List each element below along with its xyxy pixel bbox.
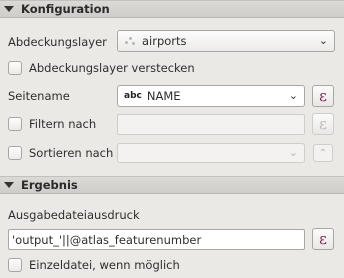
collapse-triangle-icon[interactable] xyxy=(4,182,14,188)
output-expression-input[interactable]: 'output_'||@atlas_featurenumber xyxy=(8,229,305,250)
collapse-triangle-icon[interactable] xyxy=(4,6,14,12)
string-field-icon: abc xyxy=(124,91,142,101)
sort-combo[interactable]: ⌄ xyxy=(117,143,305,163)
output-expression-label: Ausgabedateiausdruck xyxy=(8,208,140,222)
chevron-down-icon: ⌄ xyxy=(318,34,328,47)
filter-expression-button[interactable]: ε xyxy=(312,113,334,135)
coverage-layer-combo[interactable]: airports ⌄ xyxy=(117,30,335,52)
sort-label: Sortieren nach xyxy=(29,146,114,160)
chevron-up-icon: ⌃ xyxy=(318,147,328,159)
sort-ascending-button[interactable]: ⌃ xyxy=(313,144,333,162)
coverage-layer-label: Abdeckungslayer xyxy=(8,35,107,49)
coverage-layer-value: airports xyxy=(142,34,187,48)
chevron-down-icon: ⌄ xyxy=(288,146,298,159)
section-header-konfiguration[interactable]: Konfiguration xyxy=(0,0,344,18)
expression-icon: ε xyxy=(319,87,327,105)
filter-checkbox[interactable] xyxy=(8,117,22,131)
hide-coverage-checkbox[interactable] xyxy=(8,61,22,75)
output-expression-button[interactable]: ε xyxy=(312,228,334,250)
filter-checkbox-row[interactable]: Filtern nach xyxy=(8,117,96,131)
page-name-label: Seitename xyxy=(8,89,70,103)
single-file-checkbox[interactable] xyxy=(8,258,22,272)
sort-checkbox-row[interactable]: Sortieren nach xyxy=(8,146,113,160)
expression-icon: ε xyxy=(319,230,327,248)
hide-coverage-label: Abdeckungslayer verstecken xyxy=(29,61,195,75)
page-name-value: NAME xyxy=(146,89,181,103)
expression-icon: ε xyxy=(319,115,327,133)
hide-coverage-checkbox-row[interactable]: Abdeckungslayer verstecken xyxy=(8,61,195,75)
filter-label: Filtern nach xyxy=(29,117,97,131)
single-file-checkbox-row[interactable]: Einzeldatei, wenn möglich xyxy=(8,258,180,272)
sort-checkbox[interactable] xyxy=(8,146,22,160)
single-file-label: Einzeldatei, wenn möglich xyxy=(29,258,180,272)
filter-input[interactable] xyxy=(117,114,305,135)
page-name-combo[interactable]: abc NAME ⌄ xyxy=(117,85,305,107)
section-header-ergebnis[interactable]: Ergebnis xyxy=(0,176,344,194)
chevron-down-icon: ⌄ xyxy=(288,89,298,102)
page-name-expression-button[interactable]: ε xyxy=(312,85,334,107)
point-layer-icon xyxy=(124,35,136,47)
section-title: Konfiguration xyxy=(21,2,110,16)
section-title: Ergebnis xyxy=(21,178,78,192)
